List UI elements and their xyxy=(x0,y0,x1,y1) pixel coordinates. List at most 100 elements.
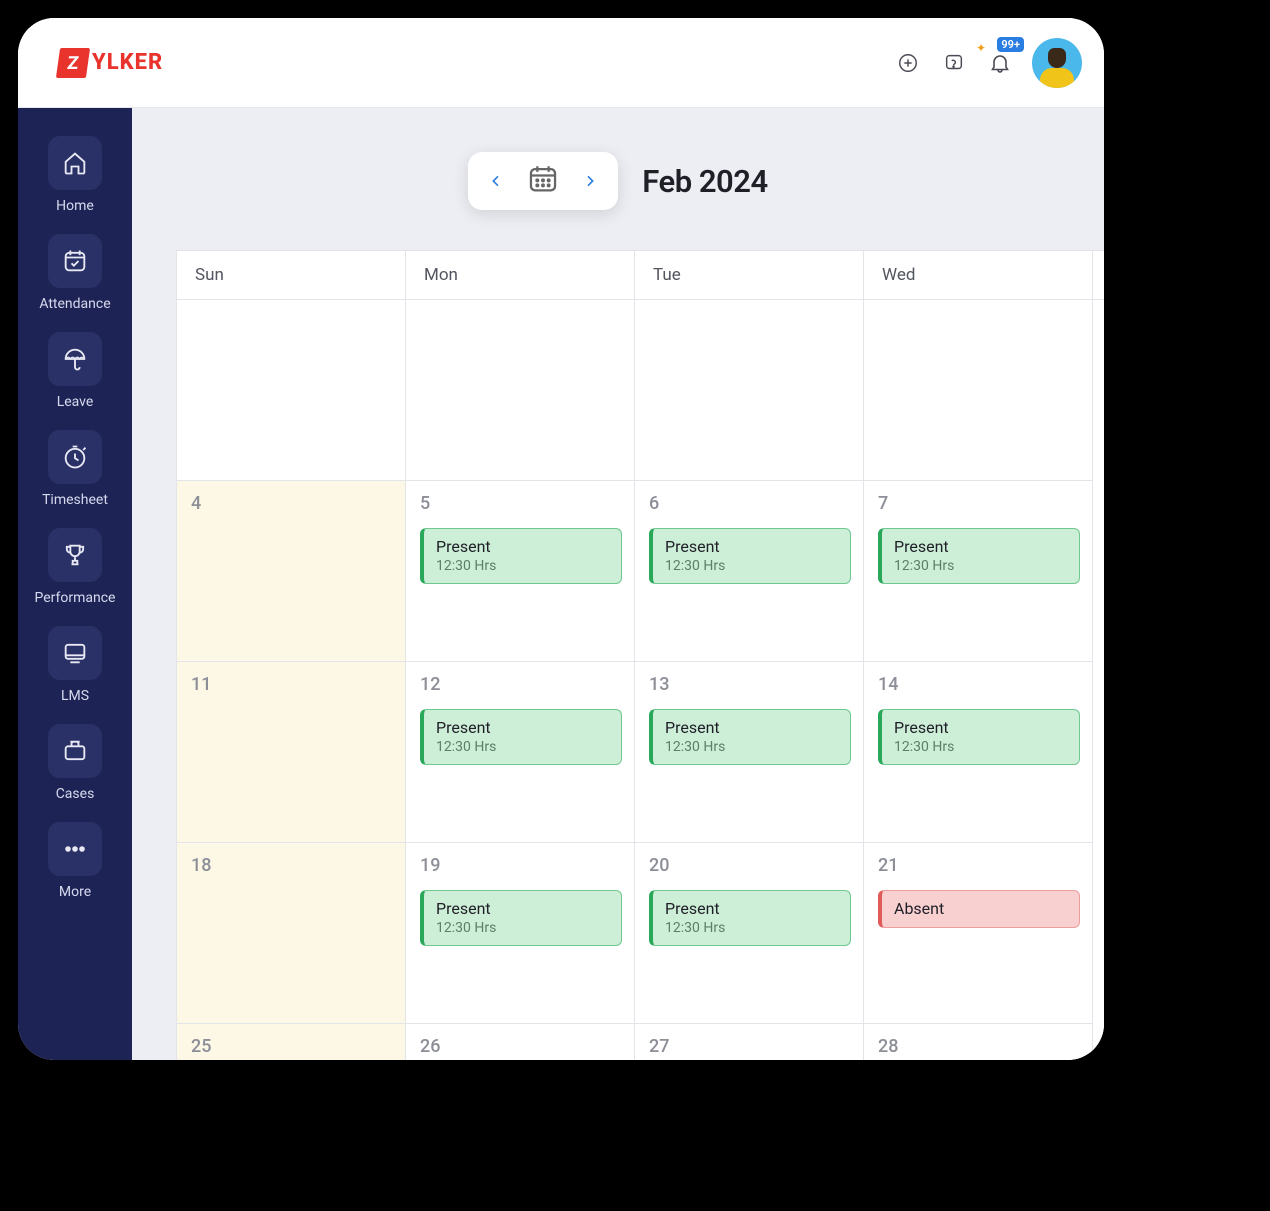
attendance-event[interactable]: Present12:30 Hrs xyxy=(649,709,851,765)
day-header-wed: Wed xyxy=(864,251,1093,299)
day-number: 4 xyxy=(191,493,393,514)
next-month-button[interactable] xyxy=(578,173,602,189)
event-title: Present xyxy=(436,718,609,737)
calendar-cell[interactable]: 19 Present 12:30 Hrs xyxy=(406,843,635,1024)
calendar-picker-button[interactable] xyxy=(526,162,560,200)
attendance-event[interactable]: Present12:30 Hrs xyxy=(649,890,851,946)
calendar-header: Feb 2024 xyxy=(132,108,1104,250)
attendance-event[interactable]: Present12:30 Hrs xyxy=(420,709,622,765)
calendar-cell[interactable] xyxy=(635,300,864,481)
attendance-event[interactable]: Present12:30 Hrs xyxy=(878,528,1080,584)
sidebar-item-performance[interactable]: Performance xyxy=(18,524,132,620)
topbar: Z YLKER ✦ 99+ xyxy=(18,18,1104,108)
day-number: 14 xyxy=(878,674,1080,695)
help-icon xyxy=(943,52,965,74)
app-window: Z YLKER ✦ 99+ Home A xyxy=(18,18,1104,1060)
sidebar-item-label: Performance xyxy=(35,590,116,606)
sidebar-item-label: Attendance xyxy=(39,296,110,312)
calendar-cell[interactable]: 12Present12:30 Hrs xyxy=(406,662,635,843)
calendar-cell[interactable]: 21Absent xyxy=(864,843,1093,1024)
notifications-button[interactable]: ✦ 99+ xyxy=(986,49,1014,77)
event-title: Present xyxy=(436,899,609,918)
calendar-cell[interactable]: 4 xyxy=(177,481,406,662)
calendar-cell[interactable]: 6 Present12:30 Hrs xyxy=(635,481,864,662)
sidebar-item-lms[interactable]: LMS xyxy=(18,622,132,718)
calendar-row: 45Present12:30 Hrs6Present12:30 Hrs7Pres… xyxy=(177,481,1104,662)
sidebar-item-cases[interactable]: Cases xyxy=(18,720,132,816)
calendar-cell[interactable]: 18 xyxy=(177,843,406,1024)
calendar-row: 1112Present12:30 Hrs13Present12:30 Hrs14… xyxy=(177,662,1104,843)
avatar[interactable] xyxy=(1032,38,1082,88)
sidebar-item-timesheet[interactable]: Timesheet xyxy=(18,426,132,522)
calendar-cell[interactable] xyxy=(864,300,1093,481)
day-number: 26 xyxy=(420,1036,622,1057)
umbrella-icon xyxy=(61,345,89,373)
date-navigator xyxy=(468,152,618,210)
topbar-actions: ✦ 99+ xyxy=(894,38,1082,88)
prev-month-button[interactable] xyxy=(484,173,508,189)
screen-icon xyxy=(61,639,89,667)
dots-icon xyxy=(61,835,89,863)
calendar-row: 1819Present12:30 Hrs20Present12:30 Hrs21… xyxy=(177,843,1104,1024)
calendar-cell[interactable]: 25 xyxy=(177,1024,406,1060)
calendar-cell[interactable]: 28 xyxy=(864,1024,1093,1060)
event-subtitle: 12:30 Hrs xyxy=(665,739,838,755)
event-subtitle: 12:30 Hrs xyxy=(436,558,609,574)
calendar-cell[interactable] xyxy=(406,300,635,481)
calendar-row: 25 26 27 28 xyxy=(177,1024,1104,1060)
calendar-cell[interactable]: 5 Present 12:30 Hrs xyxy=(406,481,635,662)
event-title: Absent xyxy=(894,899,1067,918)
sidebar-item-leave[interactable]: Leave xyxy=(18,328,132,424)
calendar-cell[interactable]: 11 xyxy=(177,662,406,843)
event-subtitle: 12:30 Hrs xyxy=(436,920,609,936)
add-button[interactable] xyxy=(894,49,922,77)
calendar-icon xyxy=(526,162,560,196)
day-number: 25 xyxy=(191,1036,393,1057)
main-content: Feb 2024 Sun Mon Tue Wed 4 5 Present 12:30 … xyxy=(132,108,1104,1060)
sidebar-item-more[interactable]: More xyxy=(18,818,132,914)
bell-icon xyxy=(988,51,1012,75)
calendar-cell[interactable] xyxy=(177,300,406,481)
trophy-icon xyxy=(61,541,89,569)
day-number: 5 xyxy=(420,493,622,514)
calendar-cell[interactable]: 7 Present12:30 Hrs xyxy=(864,481,1093,662)
day-header-tue: Tue xyxy=(635,251,864,299)
attendance-event[interactable]: Present 12:30 Hrs xyxy=(420,890,622,946)
sidebar-item-home[interactable]: Home xyxy=(18,132,132,228)
day-number: 28 xyxy=(878,1036,1080,1057)
day-header-sun: Sun xyxy=(177,251,406,299)
calendar-check-icon xyxy=(61,247,89,275)
attendance-event[interactable]: Present12:30 Hrs xyxy=(878,709,1080,765)
calendar-grid: Sun Mon Tue Wed 45Present12:30 Hrs6Prese… xyxy=(176,250,1104,1060)
sidebar-item-label: Leave xyxy=(57,394,94,410)
day-number: 27 xyxy=(649,1036,851,1057)
month-label: Feb 2024 xyxy=(642,163,767,200)
chevron-right-icon xyxy=(582,173,598,189)
help-button[interactable] xyxy=(940,49,968,77)
attendance-event[interactable]: Present12:30 Hrs xyxy=(649,528,851,584)
calendar-cell[interactable]: 14 Present12:30 Hrs xyxy=(864,662,1093,843)
brand-text: YLKER xyxy=(92,50,163,75)
calendar-cell[interactable]: 20Present12:30 Hrs xyxy=(635,843,864,1024)
attendance-event[interactable]: Absent xyxy=(878,890,1080,928)
chevron-left-icon xyxy=(488,173,504,189)
day-header-mon: Mon xyxy=(406,251,635,299)
calendar-cell[interactable]: 27 xyxy=(635,1024,864,1060)
sidebar-item-attendance[interactable]: Attendance xyxy=(18,230,132,326)
attendance-event[interactable]: Present 12:30 Hrs xyxy=(420,528,622,584)
plus-circle-icon xyxy=(897,52,919,74)
day-number: 7 xyxy=(878,493,1080,514)
event-subtitle: 12:30 Hrs xyxy=(665,920,838,936)
event-title: Present xyxy=(436,537,609,556)
day-number: 18 xyxy=(191,855,393,876)
event-title: Present xyxy=(665,537,838,556)
sidebar: Home Attendance Leave Timesheet Performa… xyxy=(18,108,132,1060)
day-number: 19 xyxy=(420,855,622,876)
calendar-cell[interactable]: 13Present12:30 Hrs xyxy=(635,662,864,843)
day-number: 11 xyxy=(191,674,393,695)
brand-logo[interactable]: Z YLKER xyxy=(58,48,163,78)
event-title: Present xyxy=(894,537,1067,556)
calendar-cell[interactable]: 26 xyxy=(406,1024,635,1060)
day-number: 6 xyxy=(649,493,851,514)
home-icon xyxy=(61,149,89,177)
